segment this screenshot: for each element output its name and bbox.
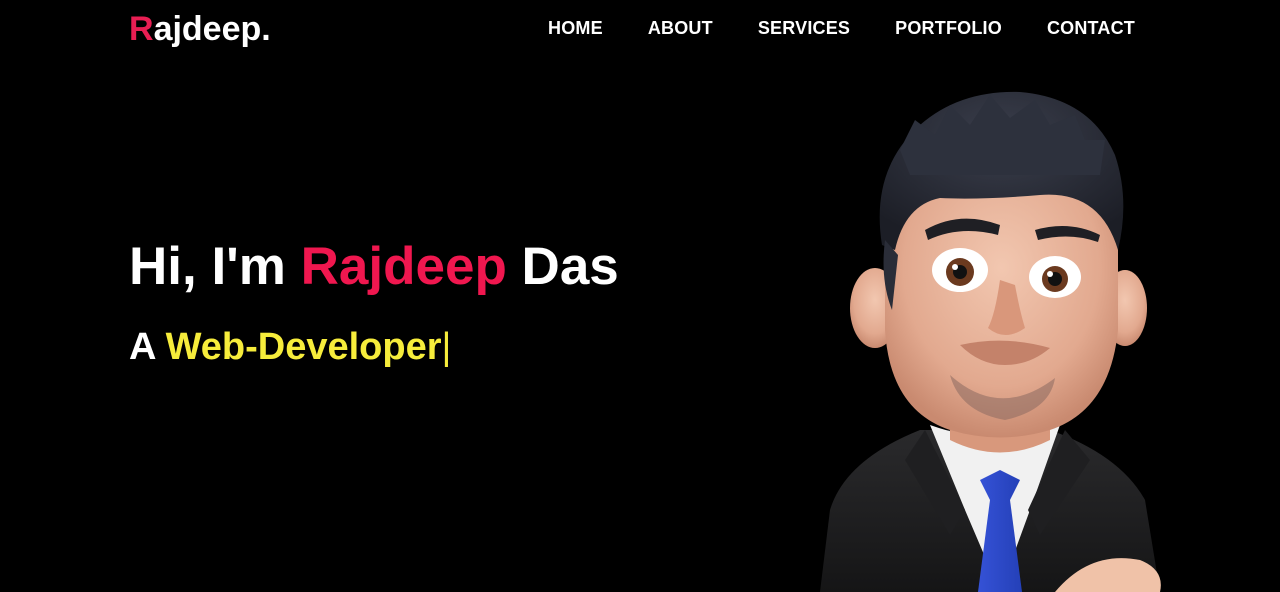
avatar-illustration	[820, 91, 1161, 592]
hero-greeting: Hi, I'm	[129, 237, 301, 296]
hero-subtitle: A Web-Developer|	[129, 326, 451, 369]
logo-text: ajdeep.	[153, 10, 271, 48]
site-logo[interactable]: Rajdeep.	[129, 10, 271, 49]
nav-item-home[interactable]: HOME	[548, 18, 603, 39]
typed-role: Web-Developer	[165, 326, 442, 368]
nav-item-about[interactable]: ABOUT	[648, 18, 713, 39]
nav-item-portfolio[interactable]: PORTFOLIO	[895, 18, 1002, 39]
logo-initial: R	[129, 10, 154, 48]
hero-first-name: Rajdeep	[300, 237, 507, 296]
nav-item-services[interactable]: SERVICES	[758, 18, 850, 39]
main-nav: HOME ABOUT SERVICES PORTFOLIO CONTACT	[503, 18, 1135, 39]
page: Rajdeep. HOME ABOUT SERVICES PORTFOLIO C…	[0, 0, 1280, 592]
hero-title: Hi, I'm Rajdeep Das	[129, 236, 619, 297]
hero-prefix: A	[129, 326, 166, 368]
typing-cursor: |	[441, 326, 452, 368]
nav-item-contact[interactable]: CONTACT	[1047, 18, 1135, 39]
hero-last-name: Das	[506, 237, 619, 296]
